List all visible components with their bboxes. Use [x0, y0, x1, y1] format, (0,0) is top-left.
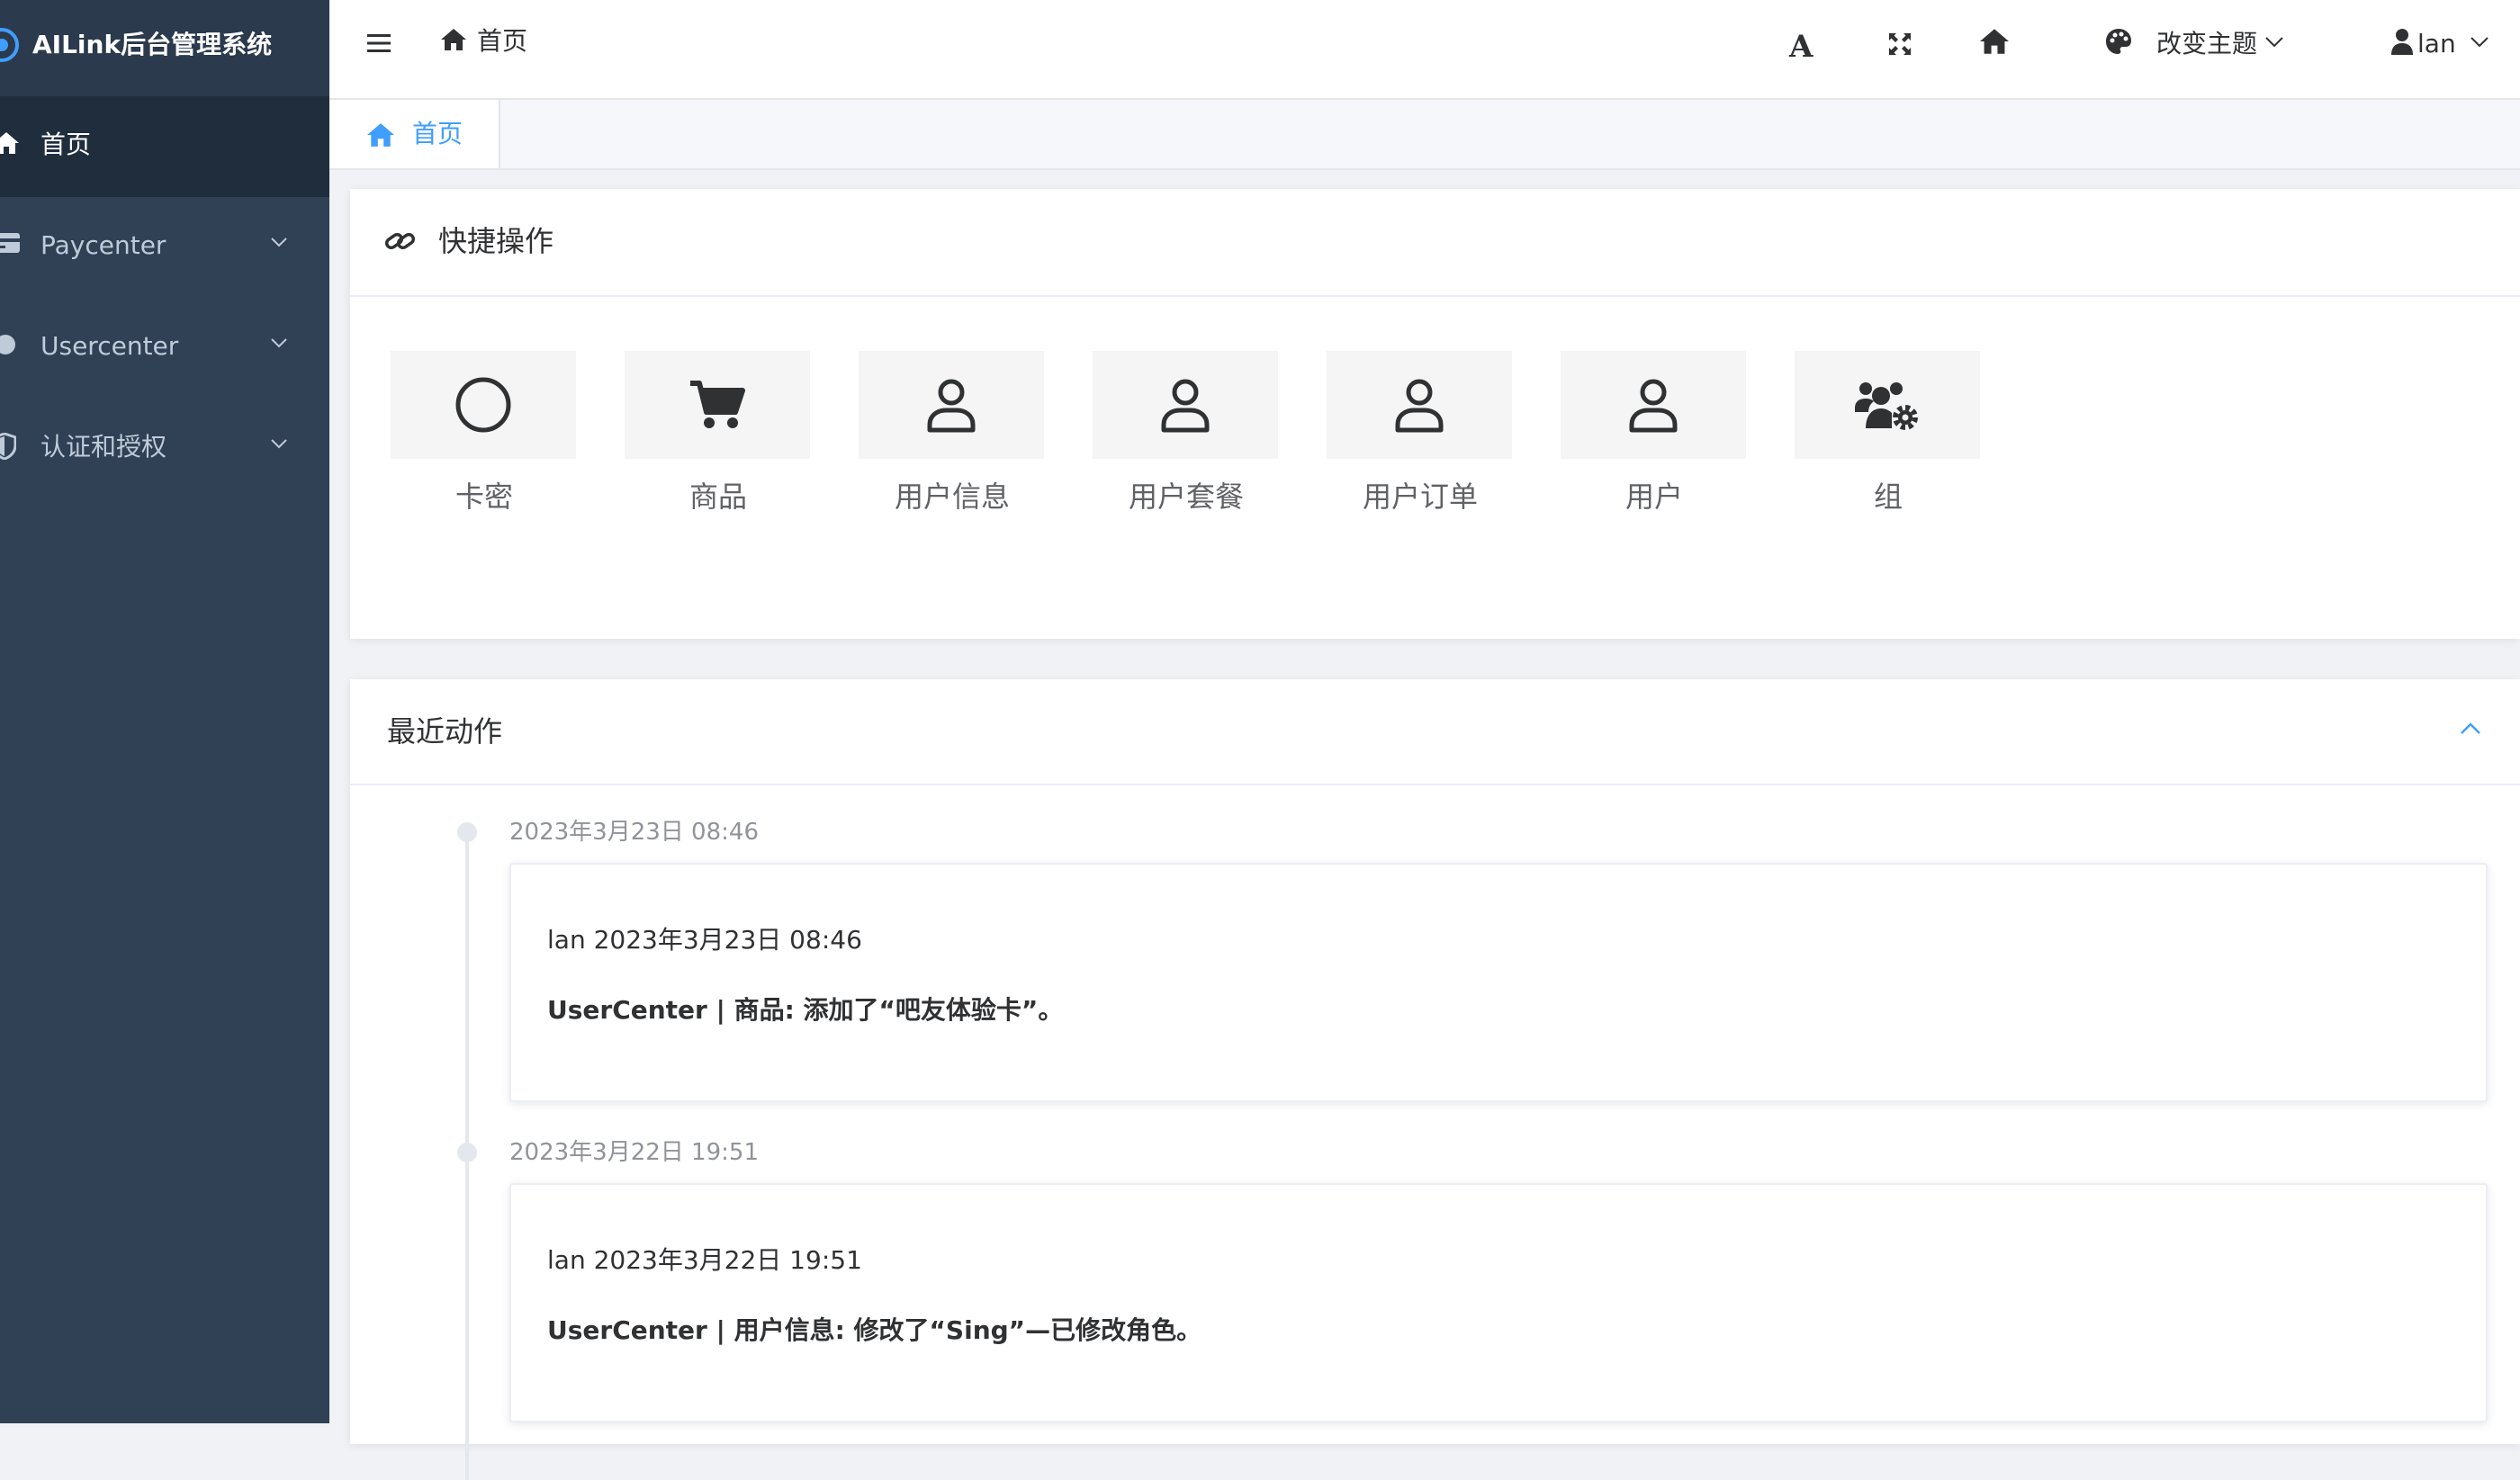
circle-icon [0, 335, 15, 354]
quick-action-button[interactable] [625, 351, 810, 459]
timeline-timestamp: 2023年3月23日 08:46 [509, 819, 759, 846]
home-icon [441, 29, 466, 50]
timeline-entry-card: lan 2023年3月22日 19:51 UserCenter | 用户信息: … [509, 1183, 2488, 1422]
quick-action-label: 用户信息 [894, 480, 1010, 514]
user-icon [2391, 29, 2413, 55]
chevron-down-icon [271, 338, 287, 348]
home-icon[interactable] [1978, 27, 2011, 56]
chevron-up-icon[interactable] [2460, 722, 2481, 735]
sidebar-item-paycenter[interactable]: Paycenter [0, 197, 329, 298]
timeline-dot [457, 822, 477, 842]
quick-action-label: 用户订单 [1362, 480, 1478, 514]
recent-actions-title: 最近动作 [387, 714, 503, 749]
user-icon [1395, 379, 1444, 433]
entry-detail: UserCenter | 商品: 添加了“吧友体验卡”。 [547, 995, 1064, 1025]
palette-icon [2106, 29, 2131, 54]
quick-action-button[interactable] [1795, 351, 1980, 459]
quick-action-label: 用户 [1624, 480, 1683, 514]
quick-action-label: 用户套餐 [1128, 480, 1244, 514]
sidebar-item-label: 首页 [40, 130, 92, 159]
quick-action-label: 商品 [688, 480, 747, 514]
quick-action-button[interactable] [1327, 351, 1512, 459]
chevron-down-icon[interactable] [2470, 36, 2489, 49]
link-icon [384, 232, 416, 250]
quick-action-button[interactable] [391, 351, 576, 459]
card-header: 快捷操作 [350, 189, 2520, 297]
logo-icon [0, 28, 19, 62]
fullscreen-icon[interactable] [1886, 31, 1913, 58]
sidebar-item-label: Usercenter [40, 331, 179, 361]
sidebar-item-label: 认证和授权 [40, 432, 167, 462]
quick-actions-card: 快捷操作 卡密 商品 用户信息 用户套餐 用户订单 用户 组 [350, 189, 2520, 639]
quick-action-label: 组 [1873, 480, 1903, 514]
sidebar-item-auth[interactable]: 认证和授权 [0, 399, 329, 499]
shopping-cart-icon [690, 381, 745, 428]
credit-card-icon [0, 233, 20, 253]
chevron-down-icon [271, 439, 287, 449]
tab-label: 首页 [412, 119, 464, 148]
home-icon [0, 132, 19, 154]
quick-action-button[interactable] [1093, 351, 1278, 459]
sidebar-item-usercenter[interactable]: Usercenter [0, 298, 329, 399]
app-title: AILink后台管理系统 [32, 30, 273, 59]
user-dropdown[interactable]: lan [2417, 26, 2456, 62]
quick-action-label: 卡密 [454, 480, 513, 514]
recent-actions-card: 最近动作 2023年3月23日 08:46 lan 2023年3月23日 08:… [350, 679, 2520, 1480]
quick-actions-title: 快捷操作 [438, 224, 554, 258]
quick-action-button[interactable] [1561, 351, 1746, 459]
home-icon [367, 123, 394, 147]
quick-action-button[interactable] [859, 351, 1044, 459]
timeline-entry-card: lan 2023年3月23日 08:46 UserCenter | 商品: 添加… [509, 863, 2488, 1102]
users-cog-icon [1855, 382, 1918, 430]
font-size-button[interactable]: A [1789, 29, 1813, 65]
sidebar: AILink后台管理系统 首页 Paycenter Usercenter 认证和… [0, 0, 329, 1423]
sidebar-item-label: Paycenter [40, 230, 166, 260]
chevron-down-icon [271, 238, 287, 247]
top-navbar: 首页 A 改变主题 lan [329, 0, 2520, 100]
timeline-timestamp: 2023年3月22日 19:51 [509, 1139, 759, 1166]
tab-home[interactable]: 首页 [329, 100, 500, 168]
user-icon [1629, 379, 1678, 433]
hamburger-icon[interactable] [367, 32, 391, 54]
entry-header: lan 2023年3月22日 19:51 [547, 1245, 862, 1275]
user-icon [1161, 379, 1210, 433]
tags-bar: 首页 [329, 100, 2520, 170]
shield-icon [0, 433, 16, 460]
timeline-dot [457, 1143, 477, 1162]
logo-area[interactable]: AILink后台管理系统 [0, 0, 329, 96]
user-icon [927, 379, 976, 433]
card-header: 最近动作 [350, 679, 2520, 785]
breadcrumb[interactable]: 首页 [477, 23, 527, 59]
entry-detail: UserCenter | 用户信息: 修改了“Sing”—已修改角色。 [547, 1315, 1202, 1345]
entry-header: lan 2023年3月23日 08:46 [547, 925, 862, 955]
theme-dropdown[interactable]: 改变主题 [2156, 26, 2257, 62]
circle-outline-icon [455, 377, 511, 433]
sidebar-item-home[interactable]: 首页 [0, 96, 329, 197]
chevron-down-icon[interactable] [2264, 36, 2284, 49]
